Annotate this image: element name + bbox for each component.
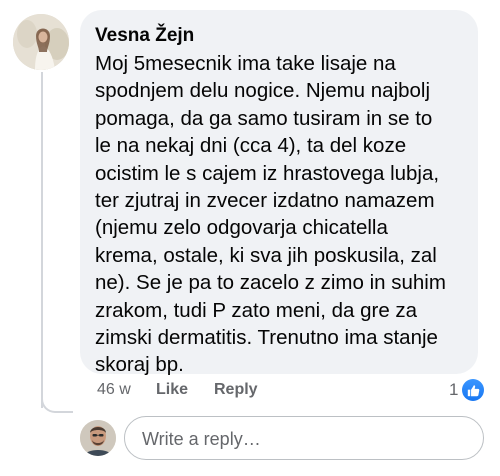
- reaction-count: 1: [449, 380, 459, 399]
- comment-thread: Vesna Žejn Moj 5mesecnik ima take lisaje…: [0, 0, 500, 476]
- comment-bubble: Vesna Žejn Moj 5mesecnik ima take lisaje…: [80, 10, 478, 376]
- like-thumbs-up-icon: [462, 379, 485, 401]
- reply-button[interactable]: Reply: [214, 378, 258, 402]
- reaction-summary[interactable]: 1: [449, 378, 485, 402]
- comment-text-line: pomaga, da ga samo tusiram in se to: [95, 106, 433, 130]
- comment-text-line: (njemu zelo odgovarja chicatella: [95, 216, 388, 240]
- thread-connector-line: [41, 72, 43, 408]
- thread-connector-curve: [41, 395, 73, 413]
- comment-text-line: krema, ostale, ki sva jih poskusila, zal: [95, 243, 437, 267]
- comment-timestamp[interactable]: 46 w: [97, 378, 131, 402]
- comment-text-line: ocistim le s cajem iz hrastovega lubja,: [95, 161, 440, 185]
- like-button[interactable]: Like: [156, 378, 188, 402]
- comment-text-line: zrakom, tudi P zato meni, da gre za: [95, 298, 418, 322]
- current-user-avatar[interactable]: [80, 420, 116, 456]
- comment-text-line: spodnjem delu nogice. Njemu najbolj: [95, 79, 431, 103]
- comment-text-line: ter zjutraj in zvecer izdatno namazem: [95, 189, 435, 213]
- comment-text-line: Moj 5mesecnik ima take lisaje na: [95, 52, 396, 75]
- commenter-avatar[interactable]: [13, 14, 69, 70]
- comment-text-line: zimski dermatitis. Trenutno ima stanje: [95, 326, 438, 350]
- reply-input-container[interactable]: [124, 416, 484, 461]
- reply-input[interactable]: [140, 417, 464, 461]
- comment-text-line: skoraj bp.: [95, 353, 184, 377]
- comment-text-line: ne). Se je pa to zacelo z zimo in suhim: [95, 271, 446, 295]
- comment-body: Moj 5mesecnik ima take lisaje na spodnje…: [95, 50, 464, 379]
- comment-author-name[interactable]: Vesna Žejn: [95, 24, 464, 48]
- comment-text-line: le na nekaj dni (cca 4), ta del koze: [95, 134, 407, 158]
